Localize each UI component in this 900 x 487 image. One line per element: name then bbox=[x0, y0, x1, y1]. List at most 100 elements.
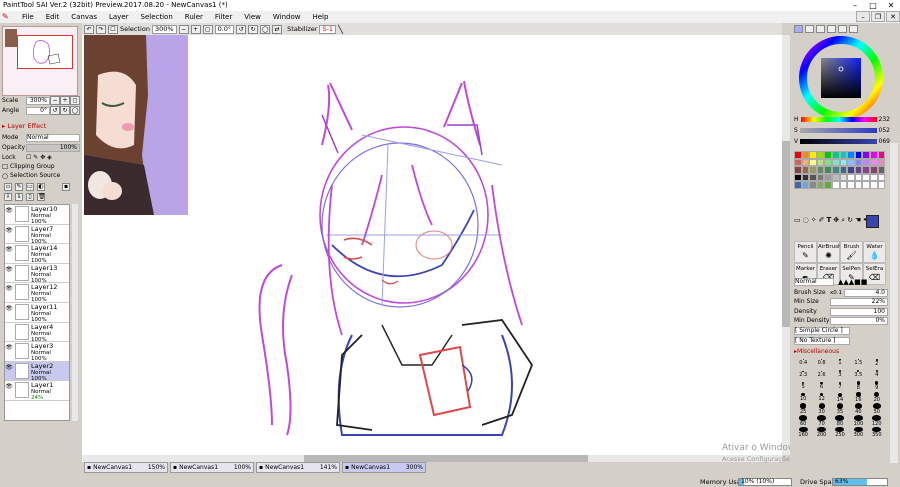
color-swatch[interactable] bbox=[839, 181, 848, 189]
color-swatch[interactable] bbox=[824, 166, 832, 174]
line-tool-icon[interactable]: ╲ bbox=[338, 25, 343, 34]
selection-source-row[interactable]: ○ Selection Source bbox=[2, 171, 80, 180]
brush-size-preset[interactable]: 0.8 bbox=[812, 357, 830, 369]
brush-size-preset[interactable]: 200 bbox=[812, 426, 830, 438]
delete-layer-icon[interactable]: 🗑 bbox=[37, 193, 46, 201]
brush-size-presets[interactable]: 0.4 0.8 1 1.5 2 2.3 2.6 3 3.5 4 5 6 7 8 9 10 12 14 16 20 25 3… bbox=[794, 357, 886, 438]
brush-size-preset[interactable]: 100 bbox=[849, 414, 867, 427]
color-swatch[interactable] bbox=[839, 173, 848, 181]
canvas-restore-icon[interactable]: ❐ bbox=[871, 11, 885, 22]
color-swatch[interactable] bbox=[847, 158, 855, 166]
brush-size-preset[interactable]: 60 bbox=[794, 414, 812, 427]
color-swatch[interactable] bbox=[809, 181, 817, 189]
current-color-swatch[interactable] bbox=[866, 215, 879, 228]
angle-field[interactable]: 0.0° bbox=[214, 24, 235, 34]
brush-size-preset[interactable]: 25 bbox=[794, 403, 812, 415]
magic-wand-icon[interactable]: ✧ bbox=[811, 216, 817, 238]
new-folder-icon[interactable]: ▭ bbox=[26, 183, 34, 191]
color-swatch[interactable] bbox=[869, 181, 878, 189]
brush-size-preset[interactable]: 50 bbox=[868, 403, 886, 415]
layer-row[interactable]: 👁 Layer10 Normal 100% bbox=[5, 205, 69, 225]
opacity-slider[interactable]: 100% bbox=[26, 143, 80, 152]
brush-size-preset[interactable]: 10 bbox=[794, 392, 812, 404]
scale-field[interactable]: 300% bbox=[26, 96, 50, 105]
eye-icon[interactable]: 👁 bbox=[5, 264, 13, 283]
brush-size-preset[interactable]: 12 bbox=[812, 392, 830, 404]
layer-effect-header[interactable]: ▸ Layer Effect bbox=[2, 122, 80, 130]
canvas-tab[interactable]: ▪ NewCanvas1 141% bbox=[256, 462, 340, 473]
layer-row[interactable]: Layer4 Normal 100% bbox=[5, 323, 69, 343]
saturation-slider[interactable] bbox=[799, 127, 877, 133]
menu-view[interactable]: View bbox=[238, 13, 267, 21]
color-swatch[interactable] bbox=[847, 166, 855, 174]
rotate-right-icon[interactable]: ↻ bbox=[248, 24, 259, 34]
canvas-tab[interactable]: ▪ NewCanvas1 300% bbox=[342, 462, 426, 473]
eye-icon[interactable]: 👁 bbox=[5, 283, 13, 302]
swatches-tab-icon[interactable] bbox=[827, 25, 836, 33]
angle-left-icon[interactable]: ↺ bbox=[50, 106, 60, 115]
brush-size-preset[interactable]: 14 bbox=[831, 392, 849, 404]
brush-size-preset[interactable]: 30 bbox=[812, 403, 830, 415]
color-swatch[interactable] bbox=[869, 173, 878, 181]
color-swatch[interactable] bbox=[862, 166, 870, 174]
color-swatch[interactable] bbox=[854, 166, 863, 174]
color-swatch[interactable] bbox=[831, 181, 840, 189]
rotate-tool-icon[interactable]: ↻ bbox=[847, 216, 853, 238]
rotate-reset-icon[interactable]: ◯ bbox=[260, 24, 271, 34]
menu-filter[interactable]: Filter bbox=[209, 13, 238, 21]
color-swatch[interactable] bbox=[816, 151, 825, 159]
menu-help[interactable]: Help bbox=[306, 13, 334, 21]
menu-ruler[interactable]: Ruler bbox=[179, 13, 209, 21]
zoom-tool-icon[interactable]: ⌕ bbox=[841, 216, 845, 238]
color-swatch[interactable] bbox=[824, 151, 832, 159]
hsv-slider-tab-icon[interactable] bbox=[816, 25, 825, 33]
color-swatch[interactable] bbox=[877, 151, 886, 159]
color-swatch[interactable] bbox=[839, 151, 848, 159]
drawing-canvas[interactable] bbox=[82, 35, 782, 455]
brush-size-preset[interactable]: 0.4 bbox=[794, 357, 812, 369]
tool-brush[interactable]: Brush 🖌 bbox=[840, 241, 863, 263]
scale-minus-icon[interactable]: − bbox=[50, 96, 60, 105]
minimize-icon[interactable]: – bbox=[846, 0, 864, 11]
brush-size-preset[interactable]: 160 bbox=[794, 426, 812, 438]
color-swatch[interactable] bbox=[847, 181, 855, 189]
zoom-in-icon[interactable]: + bbox=[190, 24, 201, 34]
menu-layer[interactable]: Layer bbox=[103, 13, 135, 21]
layer-list[interactable]: 👁 Layer10 Normal 100% 👁 Layer7 Normal 100% 👁 Laye… bbox=[4, 204, 70, 421]
eyedropper-icon[interactable]: ✐ bbox=[819, 216, 825, 238]
canvas-vertical-scrollbar[interactable] bbox=[782, 35, 790, 455]
right-panel-scrollbar[interactable] bbox=[890, 143, 898, 463]
color-swatch[interactable] bbox=[831, 158, 840, 166]
color-swatch[interactable] bbox=[839, 166, 848, 174]
eye-hidden-icon[interactable] bbox=[5, 323, 13, 342]
angle-right-icon[interactable]: ↻ bbox=[60, 106, 70, 115]
brush-size-preset[interactable]: 120 bbox=[868, 414, 886, 427]
lock-icons[interactable]: ☐ ✎ ✥ ◈ bbox=[26, 154, 52, 161]
color-swatch[interactable] bbox=[869, 166, 878, 174]
brush-size-field[interactable]: 4.0 bbox=[844, 288, 888, 297]
color-swatch[interactable] bbox=[801, 166, 810, 174]
brush-size-preset[interactable]: 9 bbox=[868, 380, 886, 392]
color-swatch[interactable] bbox=[794, 151, 802, 159]
new-linework-icon[interactable]: ✎ bbox=[15, 183, 23, 191]
eye-icon[interactable]: 👁 bbox=[5, 205, 13, 224]
color-swatch[interactable] bbox=[854, 181, 863, 189]
color-swatch[interactable] bbox=[816, 173, 825, 181]
color-swatch[interactable] bbox=[862, 181, 870, 189]
brush-size-preset[interactable]: 80 bbox=[831, 414, 849, 427]
hscroll-thumb[interactable] bbox=[304, 455, 588, 462]
clear-layer-icon[interactable]: ▯ bbox=[26, 193, 34, 201]
color-swatch[interactable] bbox=[824, 158, 832, 166]
color-swatch[interactable] bbox=[862, 158, 870, 166]
color-swatch[interactable] bbox=[794, 166, 802, 174]
color-swatch[interactable] bbox=[847, 173, 855, 181]
color-swatch[interactable] bbox=[801, 181, 810, 189]
clipping-row[interactable]: ☐ Clipping Group bbox=[2, 162, 80, 171]
eye-icon[interactable]: 👁 bbox=[5, 381, 13, 400]
color-swatch[interactable] bbox=[816, 166, 825, 174]
color-swatch[interactable] bbox=[854, 151, 863, 159]
eye-icon[interactable]: 👁 bbox=[5, 342, 13, 361]
menu-file[interactable]: File bbox=[16, 13, 40, 21]
color-swatch[interactable] bbox=[877, 166, 886, 174]
maximize-icon[interactable]: □ bbox=[864, 0, 882, 11]
